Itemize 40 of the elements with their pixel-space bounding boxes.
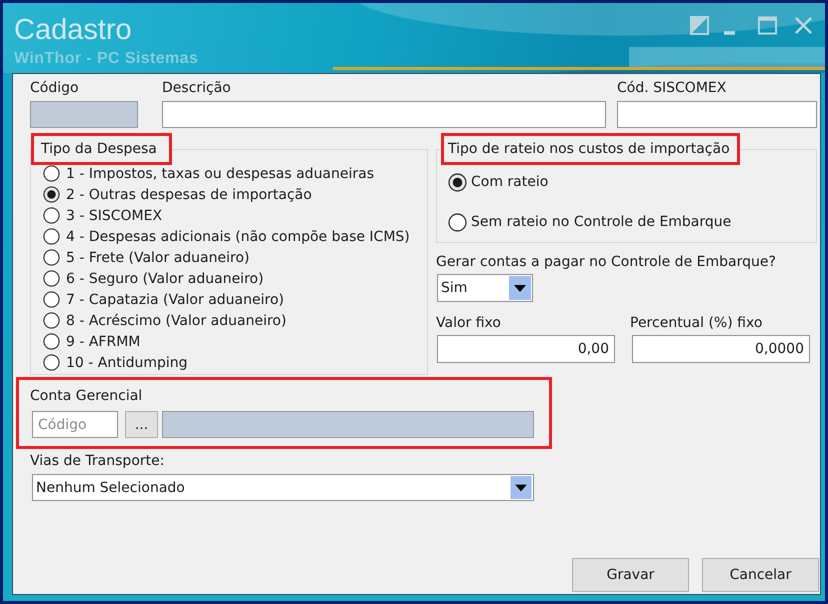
split-square-icon[interactable] [690, 16, 709, 35]
input-field[interactable] [162, 101, 606, 128]
section-title: Conta Gerencial [30, 387, 142, 405]
input-field[interactable]: 0,0000 [632, 335, 810, 363]
radio-option[interactable]: Sem rateio no Controle de Embarque [448, 202, 732, 242]
radio-option[interactable]: 10 - Antidumping [43, 352, 188, 373]
radio-option[interactable]: Com rateio [448, 162, 548, 202]
dropdown[interactable]: Nenhum Selecionado [32, 474, 534, 501]
radio-option[interactable]: 6 - Seguro (Valor aduaneiro) [43, 268, 264, 289]
lookup-button[interactable]: ... [125, 411, 158, 438]
minimize-icon[interactable] [724, 31, 735, 35]
radio-option[interactable]: 3 - SISCOMEX [43, 205, 162, 226]
caret-icon [510, 476, 532, 499]
field-label: Percentual (%) fixo [630, 314, 762, 332]
field-label: Cód. SISCOMEX [617, 79, 726, 97]
field-label: Vias de Transporte: [30, 452, 164, 470]
radio-option[interactable]: 7 - Capatazia (Valor aduaneiro) [43, 289, 284, 310]
input-field[interactable] [617, 101, 817, 128]
maximize-icon[interactable] [758, 16, 777, 35]
radio-option[interactable]: 4 - Despesas adicionais (não compõe base ICMS) [43, 226, 410, 247]
action-button[interactable]: Gravar [572, 558, 689, 592]
field-label: Valor fixo [436, 314, 501, 332]
action-button[interactable]: Cancelar [702, 558, 819, 592]
field-label: Gerar contas a pagar no Controle de Embarque? [436, 253, 776, 271]
group-title: Tipo da Despesa [41, 140, 157, 159]
field-label: Descrição [162, 79, 231, 97]
dropdown[interactable]: Sim [437, 274, 533, 302]
window-title: Cadastro [14, 14, 132, 46]
radio-option[interactable]: 2 - Outras despesas de importação [43, 184, 312, 205]
close-icon[interactable] [794, 16, 813, 35]
caret-icon [509, 276, 531, 300]
group-title: Tipo de rateio nos custos de importação [448, 140, 730, 159]
field-label: Código [30, 79, 79, 97]
input-field[interactable]: Código [32, 411, 118, 438]
radio-option[interactable]: 5 - Frete (Valor aduaneiro) [43, 247, 250, 268]
radio-option[interactable]: 8 - Acréscimo (Valor aduaneiro) [43, 310, 286, 331]
input-field[interactable]: 0,00 [437, 335, 615, 363]
window-subtitle: WinThor - PC Sistemas [14, 49, 198, 69]
radio-option[interactable]: 9 - AFRMM [43, 331, 140, 352]
radio-option[interactable]: 1 - Impostos, taxas ou despesas aduaneiras [43, 163, 374, 184]
